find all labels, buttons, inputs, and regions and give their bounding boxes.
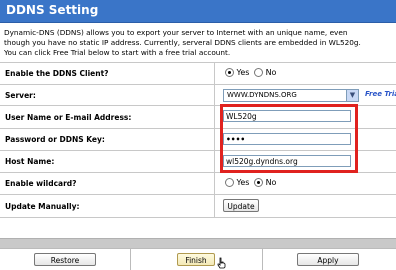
wildcard-yes-label: Yes	[236, 178, 250, 187]
password-input[interactable]: ••••	[223, 133, 351, 145]
apply-cell: Apply	[263, 249, 396, 270]
username-input[interactable]: WL520g	[223, 110, 351, 122]
row-password: Password or DDNS Key: ••••	[0, 129, 396, 151]
enable-ddns-no-radio[interactable]	[254, 68, 264, 77]
wildcard-label: Enable wildcard?	[5, 179, 77, 188]
restore-button[interactable]: Restore	[34, 253, 96, 266]
row-server: Server: WWW.DYNDNS.ORG ▼ Free Trial	[0, 85, 396, 106]
update-label: Update Manually:	[5, 202, 80, 211]
update-cell: Update	[214, 195, 396, 217]
username-cell: WL520g	[214, 106, 396, 128]
hostname-input[interactable]: wl520g.dyndns.org	[223, 155, 351, 167]
description-line: Dynamic-DNS (DDNS) allows you to export …	[4, 28, 348, 37]
row-hostname: Host Name: wl520g.dyndns.org	[0, 151, 396, 173]
description-line: You can click Free Trial below to start …	[4, 48, 231, 57]
wildcard-cell: Yes No	[214, 173, 396, 194]
row-enable-ddns: Enable the DDNS Client? Yes No	[0, 63, 396, 85]
enable-ddns-yes-label: Yes	[236, 68, 250, 77]
update-button[interactable]: Update	[223, 199, 259, 212]
hostname-cell: wl520g.dyndns.org	[214, 151, 396, 172]
server-label: Server:	[5, 91, 36, 100]
row-wildcard: Enable wildcard? Yes No	[0, 173, 396, 195]
finish-button[interactable]: Finish	[177, 253, 215, 266]
restore-cell: Restore	[0, 249, 131, 270]
wildcard-yes-radio[interactable]	[225, 178, 234, 187]
enable-ddns-yes-radio[interactable]	[225, 68, 234, 77]
password-label: Password or DDNS Key:	[5, 135, 105, 144]
enable-ddns-label: Enable the DDNS Client?	[5, 69, 109, 78]
finish-cell: Finish	[131, 249, 263, 270]
hostname-label: Host Name:	[5, 157, 55, 166]
description-text: Dynamic-DNS (DDNS) allows you to export …	[4, 28, 394, 58]
server-select[interactable]: WWW.DYNDNS.ORG ▼	[223, 89, 359, 102]
wildcard-no-label: No	[265, 178, 277, 187]
hand-cursor-icon	[217, 257, 226, 269]
enable-ddns-no-label: No	[265, 68, 277, 77]
button-bar-header	[0, 238, 396, 248]
username-label: User Name or E-mail Address:	[5, 113, 132, 122]
server-select-value: WWW.DYNDNS.ORG	[227, 91, 297, 99]
free-trial-link[interactable]: Free Trial	[365, 90, 396, 98]
row-username: User Name or E-mail Address: WL520g	[0, 106, 396, 129]
wildcard-no-radio[interactable]	[254, 178, 264, 187]
apply-button[interactable]: Apply	[297, 253, 359, 266]
row-update: Update Manually: Update	[0, 195, 396, 218]
password-cell: ••••	[214, 129, 396, 150]
description-line: though you have no static IP address. Cu…	[4, 38, 361, 47]
server-cell: WWW.DYNDNS.ORG ▼ Free Trial	[214, 85, 396, 105]
button-bar: Restore Finish Apply	[0, 248, 396, 270]
chevron-down-icon[interactable]: ▼	[346, 90, 358, 101]
page-title: DDNS Setting	[6, 3, 99, 17]
enable-ddns-cell: Yes No	[214, 63, 396, 84]
page-header: DDNS Setting	[0, 0, 396, 23]
